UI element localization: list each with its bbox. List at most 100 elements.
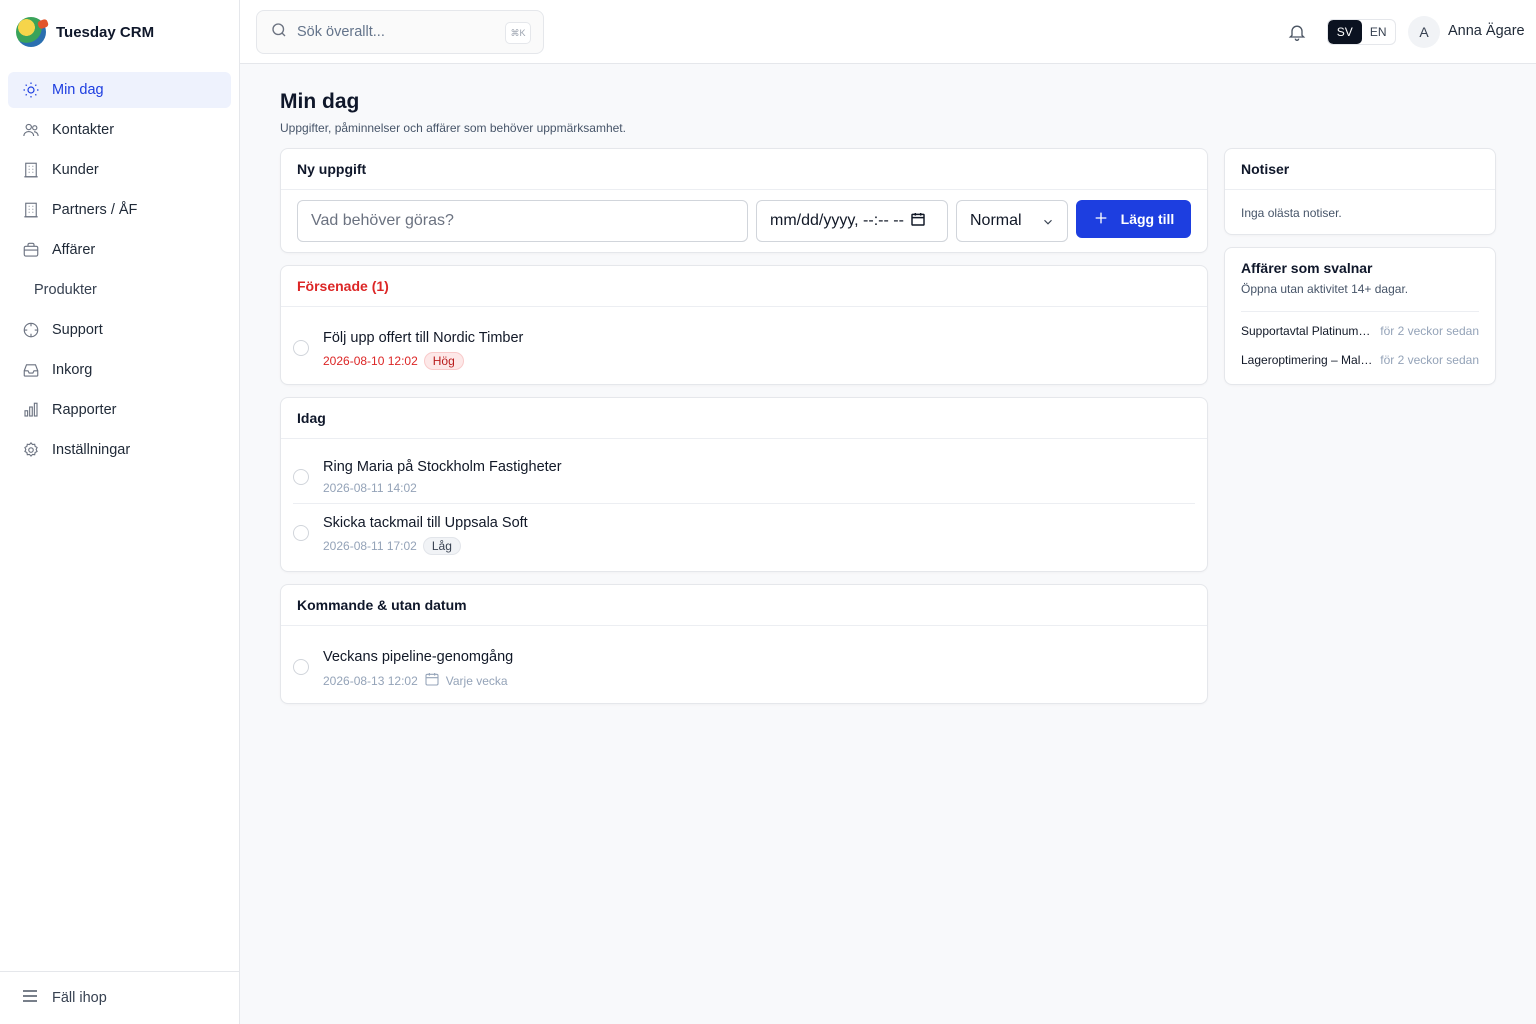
datetime-placeholder: mm/dd/yyyy, --:-- -- [770,212,904,229]
deal-name: Lageroptimering – Malmö Logistik [1241,353,1373,367]
gear-icon [22,441,40,459]
today-heading: Idag [281,398,1207,439]
users-icon [22,121,40,139]
plus-icon [1093,210,1109,229]
bell-icon[interactable] [1287,22,1307,42]
task-item[interactable]: Veckans pipeline-genomgång 2026-08-13 12… [293,638,1195,694]
task-checkbox[interactable] [293,659,309,675]
sidebar-item-label: Affärer [52,242,96,258]
recurrence-icon [424,671,440,690]
priority-select[interactable]: Normal [956,200,1068,242]
deal-age: för 2 veckor sedan [1380,353,1479,367]
shortcut-hint: ⌘K [505,22,531,44]
sidebar-item-partners[interactable]: Partners / ÅF [8,192,231,228]
avatar[interactable]: A [1408,16,1440,48]
page-title: Min dag [280,90,360,113]
upcoming-card: Kommande & utan datum Veckans pipeline-g… [280,584,1208,704]
sidebar-item-installningar[interactable]: Inställningar [8,432,231,468]
sidebar-item-label: Inställningar [52,442,131,458]
topbar: Sök överallt... ⌘K SV EN A Anna Ägare [240,0,1536,64]
brand[interactable]: Tuesday CRM [0,0,239,64]
sidebar-item-kunder[interactable]: Kunder [8,152,231,188]
building-icon [22,201,40,219]
task-meta: 2026-08-11 14:02 [323,481,417,495]
deal-row[interactable]: Supportavtal Platinum – Nordic Timber fö… [1241,324,1479,342]
new-task-card: Ny uppgift Vad behöver göras? mm/dd/yyyy… [280,148,1208,253]
task-checkbox[interactable] [293,469,309,485]
sidebar-item-label: Min dag [52,82,104,98]
app-logo [16,17,46,47]
today-card: Idag Ring Maria på Stockholm Fastigheter… [280,397,1208,572]
cooling-deals-heading: Affärer som svalnar [1241,260,1373,276]
deal-row[interactable]: Lageroptimering – Malmö Logistik för 2 v… [1241,353,1479,371]
overdue-heading: Försenade (1) [281,266,1207,307]
overdue-card: Försenade (1) Följ upp offert till Nordi… [280,265,1208,385]
priority-badge: Hög [423,352,464,370]
lang-sv-button[interactable]: SV [1328,20,1362,44]
new-task-form: Vad behöver göras? mm/dd/yyyy, --:-- -- … [297,200,1191,242]
sidebar-item-label: Inkorg [52,362,93,378]
task-item[interactable]: Ring Maria på Stockholm Fastigheter 2026… [293,448,1195,504]
notifications-empty: Inga olästa notiser. [1241,206,1342,220]
lang-en-button[interactable]: EN [1362,20,1396,44]
sun-icon [22,81,40,99]
cooling-deals-subtitle: Öppna utan aktivitet 14+ dagar. [1241,282,1409,296]
task-datetime: 2026-08-13 12:02 [323,673,418,688]
language-toggle: SV EN [1327,19,1396,45]
global-search-input[interactable]: Sök överallt... ⌘K [256,10,544,54]
add-task-button[interactable]: Lägg till [1076,200,1191,238]
priority-badge: Låg [422,537,461,555]
deal-name: Supportavtal Platinum – Nordic Timber [1241,324,1373,338]
app-name: Tuesday CRM [56,23,155,41]
sidebar-item-kontakter[interactable]: Kontakter [8,112,231,148]
cooling-divider [1241,311,1479,312]
menu-icon [22,989,38,1007]
task-datetime: 2026-08-11 17:02 [323,539,417,553]
briefcase-icon [22,241,40,259]
task-title: Skicka tackmail till Uppsala Soft [323,515,528,531]
chart-icon [22,401,40,419]
task-item[interactable]: Följ upp offert till Nordic Timber 2026-… [293,319,1195,375]
notifications-heading: Notiser [1225,149,1495,190]
sidebar-item-label: Produkter [34,282,97,298]
task-datetime: 2026-08-11 14:02 [323,481,417,495]
task-meta: 2026-08-13 12:02 Varje vecka [323,671,508,690]
sidebar-item-min-dag[interactable]: Min dag [8,72,231,108]
sidebar: Tuesday CRM Min dag Kontakter Kunder Par… [0,0,240,1024]
user-name[interactable]: Anna Ägare [1448,23,1525,39]
cooling-deals-card: Affärer som svalnar Öppna utan aktivitet… [1224,247,1496,385]
notifications-card: Notiser Inga olästa notiser. [1224,148,1496,235]
collapse-sidebar-button[interactable]: Fäll ihop [0,971,239,1024]
search-placeholder: Sök överallt... [297,24,385,40]
sidebar-item-label: Rapporter [52,402,117,418]
lifebuoy-icon [22,321,40,339]
task-datetime-input[interactable]: mm/dd/yyyy, --:-- -- [756,200,948,242]
task-item[interactable]: Skicka tackmail till Uppsala Soft 2026-0… [293,504,1195,560]
collapse-label: Fäll ihop [52,990,107,1006]
search-icon [270,21,288,43]
sidebar-item-produkter[interactable]: Produkter [8,272,231,308]
building-icon [22,161,40,179]
task-title-input[interactable]: Vad behöver göras? [297,200,748,242]
task-title: Ring Maria på Stockholm Fastigheter [323,459,562,475]
sidebar-item-affarer[interactable]: Affärer [8,232,231,268]
sidebar-item-inkorg[interactable]: Inkorg [8,352,231,388]
task-checkbox[interactable] [293,340,309,356]
add-task-label: Lägg till [1120,211,1175,227]
deal-age: för 2 veckor sedan [1380,324,1479,338]
task-meta: 2026-08-11 17:02 Låg [323,537,461,555]
inbox-icon [22,361,40,379]
sidebar-item-support[interactable]: Support [8,312,231,348]
calendar-icon[interactable] [910,211,926,232]
chevron-down-icon [1041,215,1055,234]
task-title: Följ upp offert till Nordic Timber [323,330,524,346]
task-meta: 2026-08-10 12:02 Hög [323,352,464,370]
task-title: Veckans pipeline-genomgång [323,649,514,665]
task-datetime: 2026-08-10 12:02 [323,354,418,368]
sidebar-item-label: Kunder [52,162,99,178]
sidebar-item-rapporter[interactable]: Rapporter [8,392,231,428]
new-task-heading: Ny uppgift [281,149,1207,190]
upcoming-heading: Kommande & utan datum [281,585,1207,626]
recurrence-label: Varje vecka [445,673,508,688]
task-checkbox[interactable] [293,525,309,541]
